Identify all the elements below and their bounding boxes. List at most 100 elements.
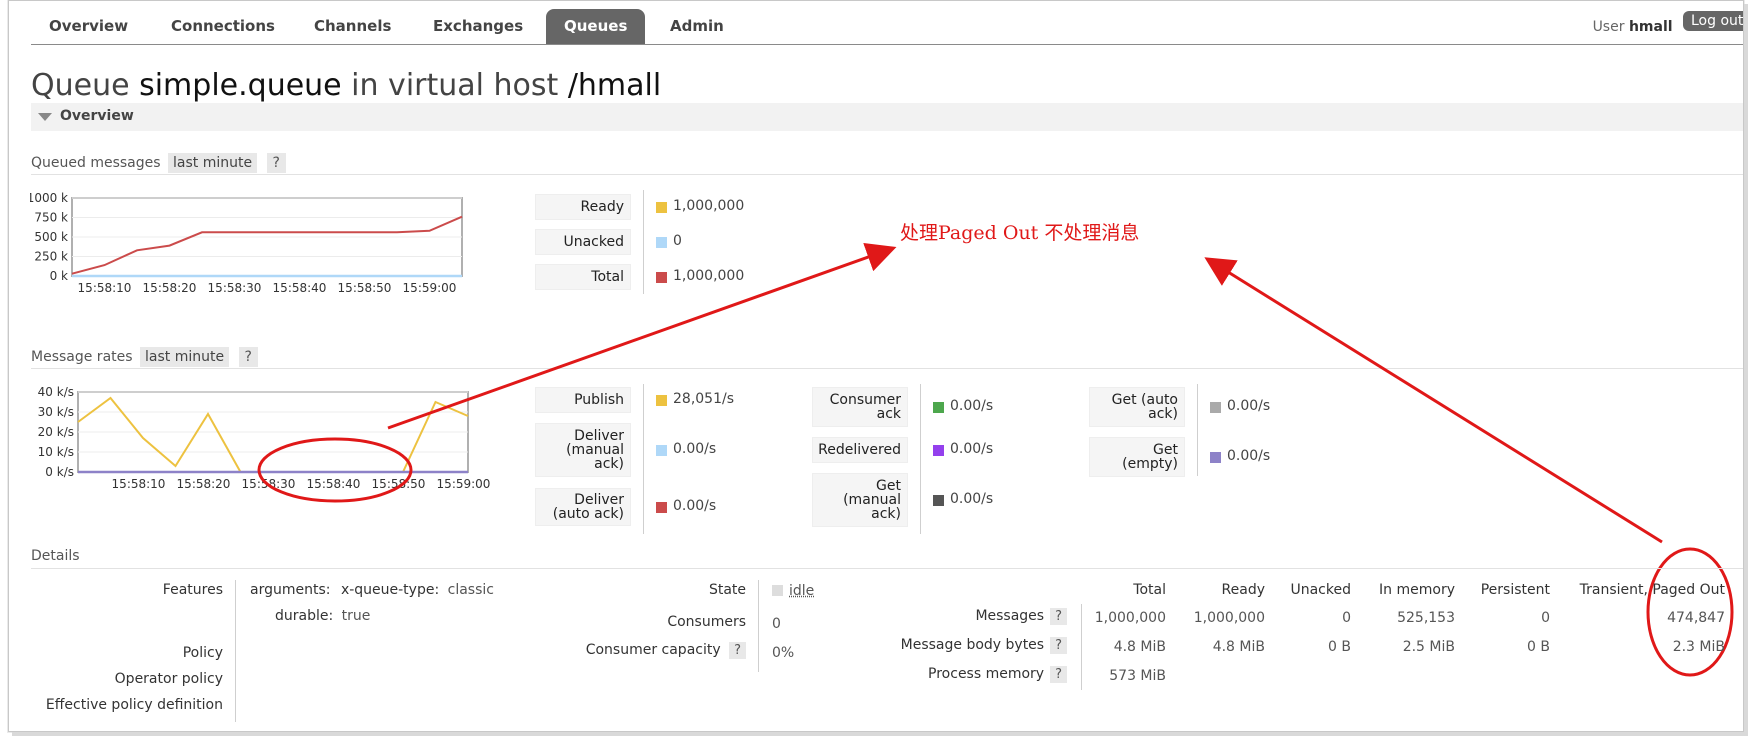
tab-admin[interactable]: Admin	[670, 9, 724, 44]
top-nav: Overview Connections Channels Exchanges …	[31, 7, 1743, 45]
state-text: idle	[789, 583, 815, 599]
durable-label: durable:	[275, 608, 334, 624]
deliver-manual-ack-label: Deliver (manual ack)	[535, 423, 631, 477]
publish-value: 28,051/s	[673, 391, 734, 407]
deliver-auto-ack-label: Deliver (auto ack)	[535, 488, 631, 526]
y-tick-label: 0 k/s	[45, 465, 74, 479]
policy-label: Policy	[182, 645, 223, 661]
redelivered-label: Redelivered	[812, 437, 908, 463]
queued-messages-chart: 1000 k 750 k 500 k 250 k 0 k 15:58:10 15:58:20…	[30, 191, 463, 295]
queued-messages-heading: Queued messages last minute ?	[31, 153, 286, 173]
y-tick-label: 250 k	[34, 250, 68, 264]
stats-separator	[643, 384, 644, 534]
deliver-manual-ack-value: 0.00/s	[673, 441, 717, 457]
divider	[31, 174, 1743, 175]
overview-section-toggle[interactable]: Overview	[31, 103, 1743, 131]
consumer-ack-label: Consumer ack	[812, 387, 908, 427]
annotation-text: 处理Paged Out 不处理消息	[900, 222, 1140, 244]
logout-button[interactable]: Log out	[1683, 11, 1743, 31]
get-empty-legend-swatch	[1210, 452, 1221, 463]
x-tick-label: 15:58:10	[78, 281, 132, 295]
queued-range-select[interactable]: last minute	[168, 153, 258, 173]
divider	[31, 568, 1743, 569]
x-tick-label: 15:58:40	[273, 281, 327, 295]
queued-help-button[interactable]: ?	[266, 153, 286, 173]
get-auto-ack-label: Get (auto ack)	[1089, 387, 1185, 427]
tab-overview[interactable]: Overview	[49, 9, 128, 44]
consumer-capacity-value: 0%	[772, 645, 795, 661]
y-tick-label: 1000 k	[30, 191, 68, 205]
redelivered-legend-swatch	[933, 445, 944, 456]
tab-queues[interactable]: Queues	[546, 9, 646, 44]
user-name: hmall	[1628, 19, 1673, 35]
message-rates-heading: Message rates last minute ?	[31, 347, 258, 367]
details-heading: Details	[31, 548, 80, 564]
unacked-value: 0	[673, 233, 682, 249]
details-separator	[235, 580, 236, 722]
get-manual-ack-value: 0.00/s	[950, 491, 994, 507]
x-tick-label: 15:58:10	[112, 477, 166, 491]
total-legend-swatch	[656, 272, 667, 283]
deliver-auto-ack-legend-swatch	[656, 502, 667, 513]
tab-exchanges[interactable]: Exchanges	[433, 9, 523, 44]
y-tick-label: 20 k/s	[38, 425, 74, 439]
total-value: 1,000,000	[673, 268, 745, 284]
total-label: Total	[535, 264, 631, 290]
table-cell: 474,847	[1667, 610, 1725, 626]
x-tick-label: 15:58:20	[177, 477, 231, 491]
tab-channels[interactable]: Channels	[314, 9, 391, 44]
consumers-label: Consumers	[667, 614, 746, 630]
consumer-capacity-row: Consumer capacity ?	[560, 642, 746, 659]
x-tick-label: 15:59:00	[437, 477, 491, 491]
get-empty-value: 0.00/s	[1227, 448, 1271, 464]
y-tick-label: 0 k	[50, 269, 68, 283]
y-tick-label: 750 k	[34, 211, 68, 225]
publish-label: Publish	[535, 387, 631, 413]
consumer-ack-value: 0.00/s	[950, 398, 994, 414]
x-tick-label: 15:58:40	[307, 477, 361, 491]
state-label: State	[708, 582, 746, 598]
ready-legend-swatch	[656, 202, 667, 213]
y-tick-label: 40 k/s	[38, 385, 74, 399]
arguments-row: arguments: x-queue-type: classic	[250, 582, 494, 598]
table-cell: 2.3 MiB	[1672, 639, 1725, 655]
divider	[31, 368, 1743, 369]
deliver-manual-ack-legend-swatch	[656, 445, 667, 456]
y-tick-label: 10 k/s	[38, 445, 74, 459]
y-tick-label: 30 k/s	[38, 405, 74, 419]
table-cell: 0	[1541, 610, 1550, 626]
features-label: Features	[162, 582, 223, 598]
consumer-capacity-label: Consumer capacity	[585, 642, 721, 658]
table-separator	[1081, 604, 1082, 690]
get-manual-ack-legend-swatch	[933, 495, 944, 506]
rates-heading-text: Message rates	[31, 349, 133, 365]
rates-range-select[interactable]: last minute	[140, 347, 230, 367]
stats-separator	[643, 190, 644, 294]
x-tick-label: 15:58:30	[242, 477, 296, 491]
operator-policy-label: Operator policy	[114, 671, 223, 687]
user-area: User hmall Log out	[1593, 11, 1743, 35]
get-empty-label: Get (empty)	[1089, 437, 1185, 477]
collapse-triangle-icon	[38, 113, 52, 121]
x-tick-label: 15:59:00	[403, 281, 457, 295]
title-prefix: Queue	[31, 68, 140, 103]
get-manual-ack-label: Get (manual ack)	[812, 473, 908, 527]
column-header-persistent: Persistent	[1480, 582, 1550, 598]
consumer-capacity-help-button[interactable]: ?	[729, 642, 746, 659]
state-value: idle	[772, 583, 814, 599]
consumer-ack-legend-swatch	[933, 402, 944, 413]
x-tick-label: 15:58:30	[208, 281, 262, 295]
arguments-key: x-queue-type:	[340, 582, 440, 598]
rates-help-button[interactable]: ?	[238, 347, 258, 367]
table-cell: 0 B	[1527, 639, 1550, 655]
unacked-label: Unacked	[535, 229, 631, 255]
arguments-label: arguments:	[250, 582, 331, 598]
x-tick-label: 15:58:20	[143, 281, 197, 295]
consumers-value: 0	[772, 616, 781, 632]
title-mid: in virtual host	[341, 68, 568, 103]
tab-connections[interactable]: Connections	[171, 9, 275, 44]
column-header-transient-paged-out: Transient, Paged Out	[1579, 582, 1725, 598]
durable-row: durable: true	[275, 608, 370, 624]
page-title: Queue simple.queue in virtual host /hmal…	[31, 68, 661, 103]
get-auto-ack-value: 0.00/s	[1227, 398, 1271, 414]
